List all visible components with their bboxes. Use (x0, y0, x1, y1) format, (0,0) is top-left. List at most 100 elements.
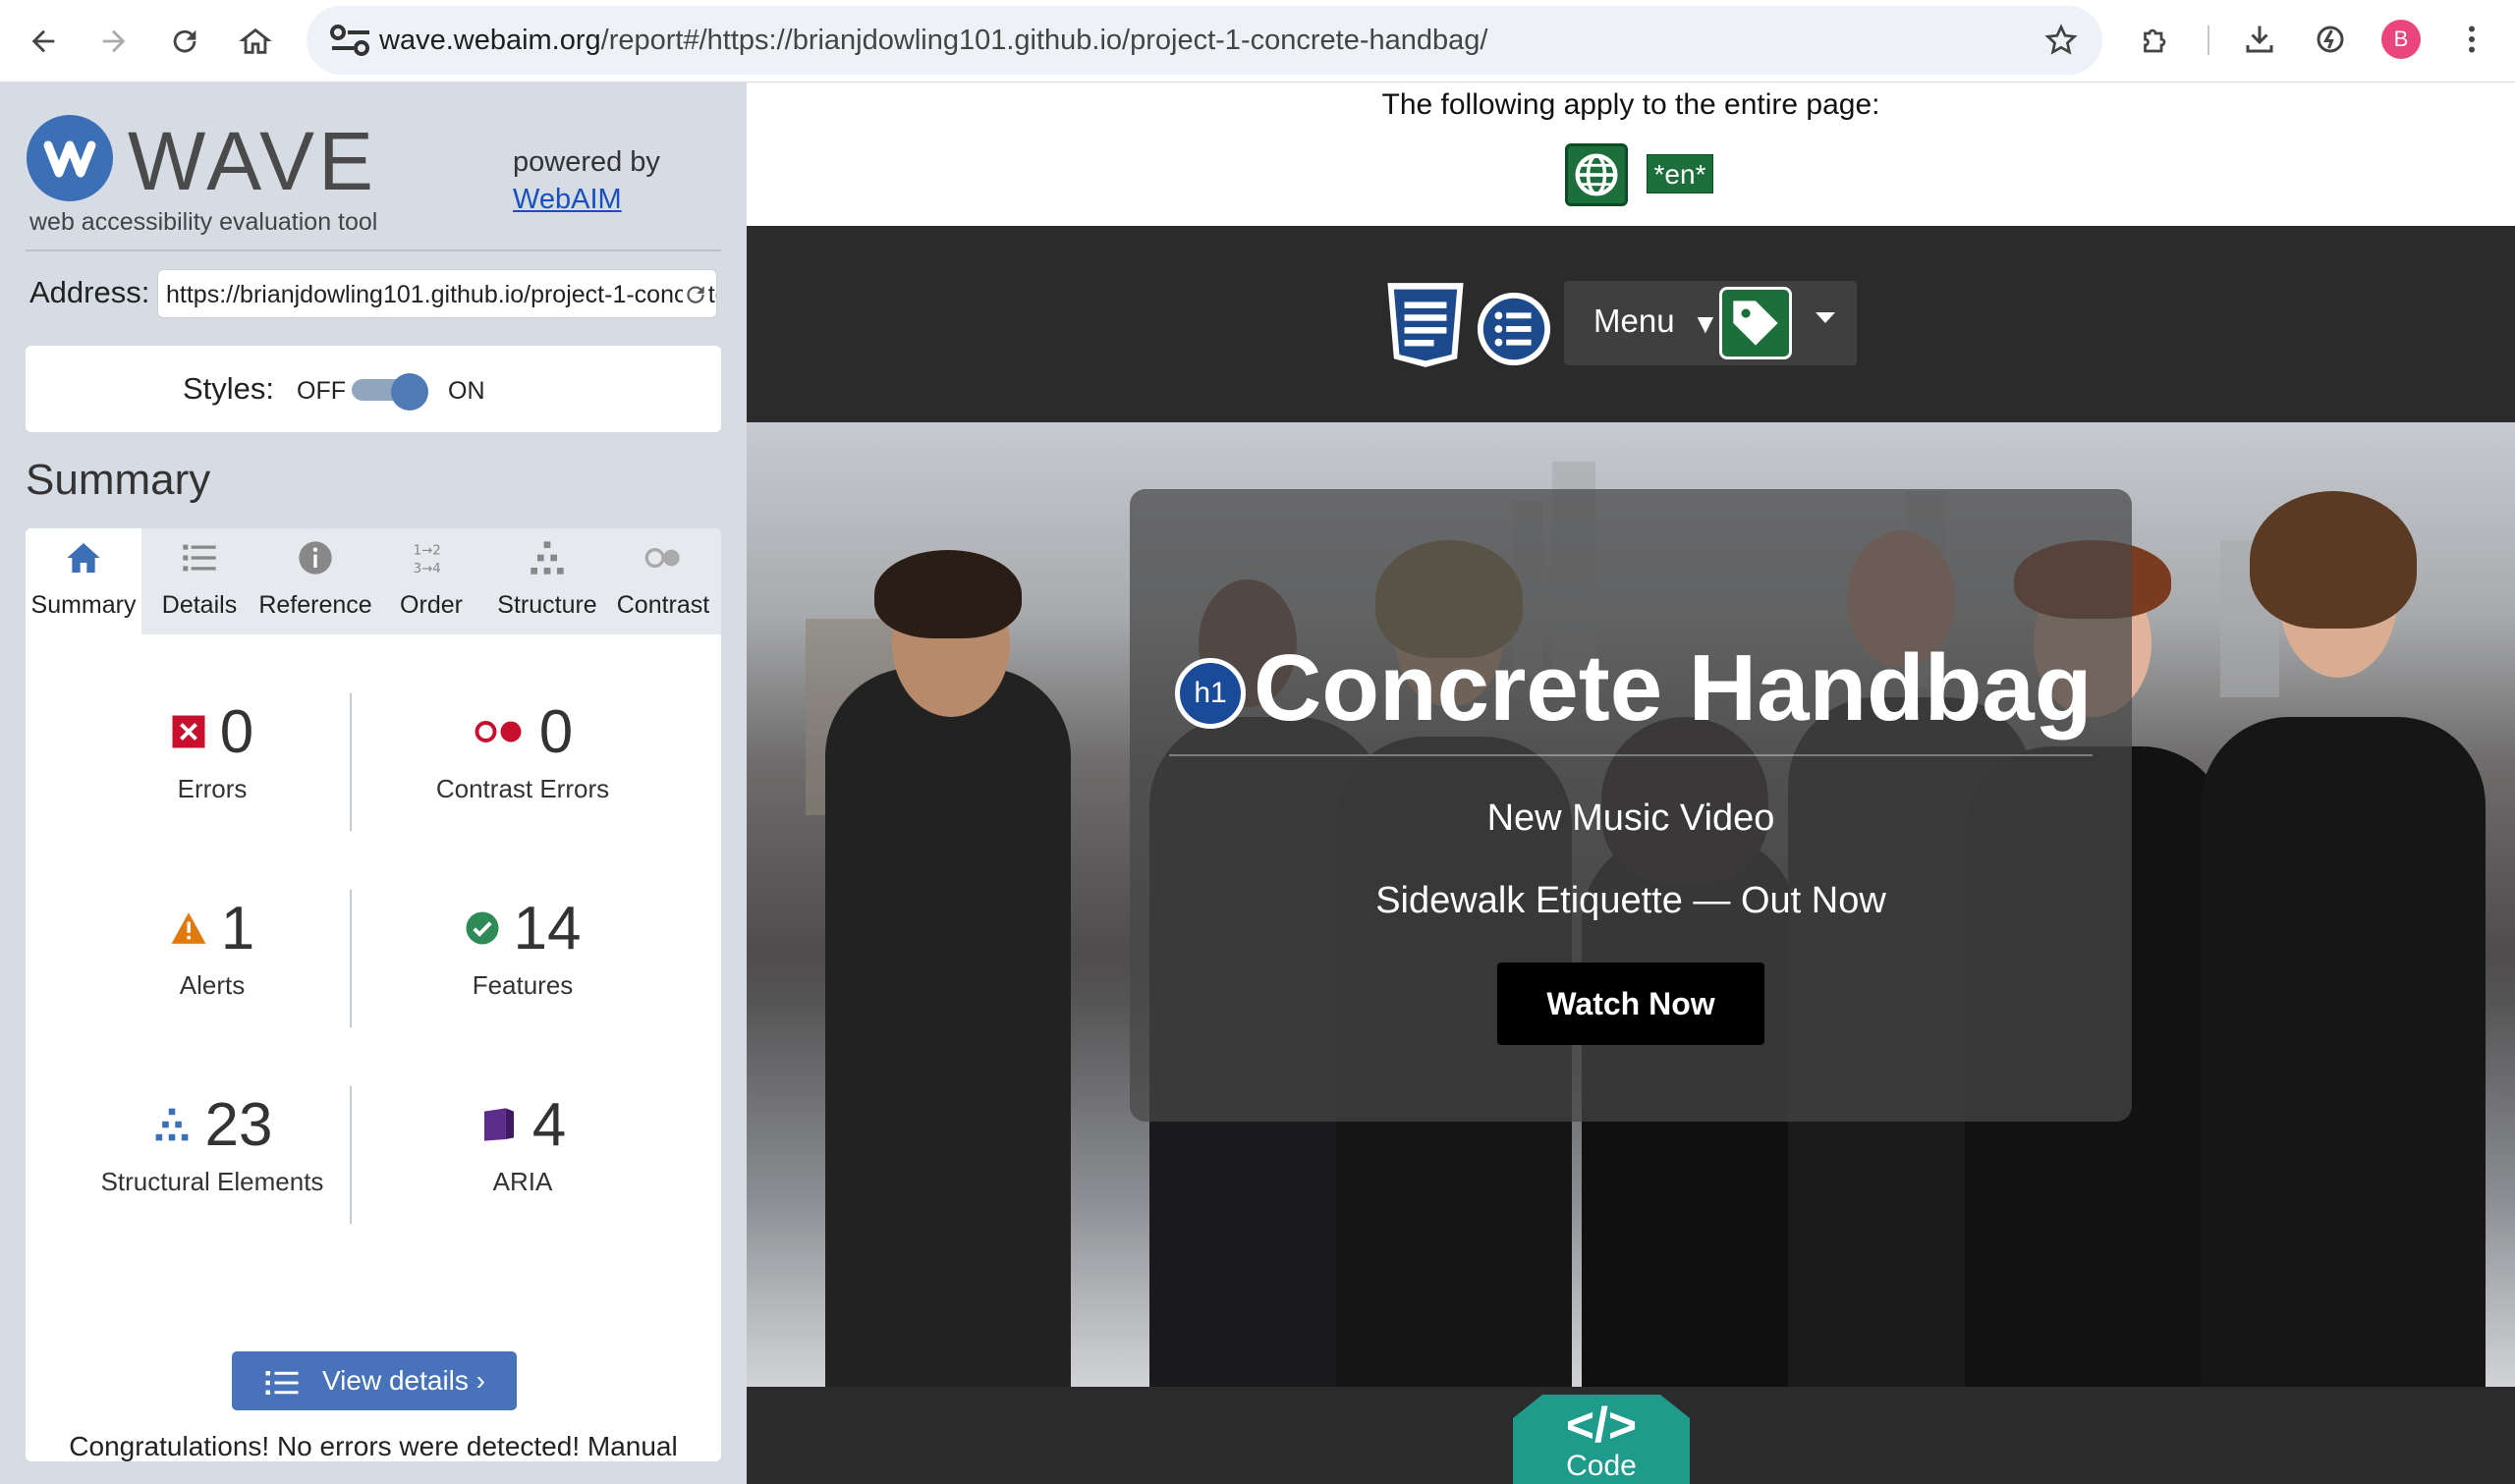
sidebar-divider (26, 249, 721, 251)
stat-structural-elements[interactable]: 23 Structural Elements (55, 1090, 369, 1197)
stat-aria[interactable]: 4 ARIA (365, 1090, 680, 1197)
contrast-icon (644, 548, 680, 568)
structure-icon (155, 1108, 188, 1141)
list-icon (183, 544, 216, 572)
aria-label: ARIA (492, 1167, 553, 1196)
evaluated-page: The following apply to the entire page: … (747, 82, 2515, 1484)
puzzle-icon (2144, 28, 2166, 53)
bookmark-star-icon[interactable] (2043, 23, 2079, 58)
wave-logo-icon (27, 115, 113, 201)
switch-knob (391, 373, 428, 411)
extensions-button[interactable] (2136, 20, 2175, 59)
contrast-errors-count: 0 (538, 697, 574, 766)
tab-summary[interactable]: Summary (26, 528, 141, 634)
stat-errors[interactable]: 0 Errors (55, 697, 369, 804)
reload-button[interactable] (157, 14, 212, 69)
webaim-link[interactable]: WebAIM (513, 181, 660, 218)
tab-order[interactable]: 1→2 3→4 Order (373, 528, 489, 634)
dropdown-caret-icon (1816, 312, 1835, 323)
url-text: wave.webaim.org/report#/https://brianjdo… (379, 6, 1487, 75)
hero-text-overlay: h1 Concrete Handbag New Music Video Side… (1130, 489, 2132, 1122)
styles-on-label: ON (448, 377, 485, 405)
watch-now-button[interactable]: Watch Now (1497, 962, 1764, 1045)
errors-count: 0 (219, 697, 254, 766)
browser-toolbar: wave.webaim.org/report#/https://brianjdo… (0, 0, 2515, 82)
stat-divider (350, 890, 352, 1027)
styles-switch[interactable] (352, 373, 430, 411)
reload-icon (173, 29, 196, 53)
tab-reference[interactable]: Reference (257, 528, 373, 634)
stat-contrast-errors[interactable]: 0 Contrast Errors (365, 697, 680, 804)
summary-panel: Summary Details Reference 1→2 3→4 Order S… (26, 528, 721, 1461)
view-details-label: View details › (321, 1365, 485, 1396)
page-wide-notice: The following apply to the entire page: … (747, 82, 2515, 226)
home-icon (67, 543, 100, 573)
hero-subtitle: New Music Video (1486, 797, 1775, 839)
home-icon (239, 27, 272, 54)
stat-alerts[interactable]: 1 Alerts (55, 894, 369, 1001)
wave-logo-title: WAVE (128, 115, 378, 207)
alert-icon (171, 912, 206, 944)
tab-contrast[interactable]: Contrast (605, 528, 721, 634)
structural-count: 23 (204, 1090, 273, 1159)
list-icon (265, 1370, 299, 1395)
tab-label: Summary (30, 591, 137, 619)
site-navbar: Menu ▼ (747, 226, 2515, 422)
order-icon: 1→23→4 (414, 544, 441, 577)
download-icon (2246, 26, 2273, 53)
tab-label: Details (161, 591, 238, 619)
tab-label: Contrast (616, 591, 710, 619)
speed-icon (2317, 26, 2344, 53)
code-panel-toggle[interactable]: </> Code (1513, 1395, 1690, 1484)
powered-by-text: powered by (513, 146, 660, 178)
tab-details[interactable]: Details (141, 528, 257, 634)
errors-label: Errors (177, 774, 248, 803)
menu-button[interactable]: Menu ▼ (1564, 281, 1857, 365)
svg-text:1→2: 1→2 (414, 544, 441, 559)
code-icon: </> (1565, 1398, 1638, 1453)
congratulations-message: Congratulations! No errors were detected… (69, 1431, 678, 1461)
info-icon (299, 541, 332, 575)
globe-icon (1575, 153, 1618, 196)
aria-tag-icon[interactable] (1719, 287, 1792, 359)
hero-section: h1 Concrete Handbag New Music Video Side… (747, 422, 2515, 1387)
structure-icon (531, 541, 564, 575)
structural-label: Structural Elements (100, 1167, 324, 1196)
address-input[interactable]: https://brianjdowling101.github.io/proje… (157, 269, 717, 318)
hero-release-text: Sidewalk Etiquette — Out Now (1375, 880, 1886, 921)
stat-divider (350, 693, 352, 831)
code-tab-label: Code (1566, 1450, 1637, 1482)
more-vertical-icon (2469, 26, 2475, 53)
features-label: Features (472, 970, 574, 1000)
address-bar[interactable]: wave.webaim.org/report#/https://brianjdo… (307, 6, 2102, 75)
url-host: wave.webaim.org (379, 25, 601, 56)
browser-menu-button[interactable] (2452, 20, 2491, 59)
features-count: 14 (513, 894, 582, 962)
h1-heading-badge[interactable]: h1 (1175, 658, 1246, 729)
language-globe-icon[interactable] (1565, 143, 1628, 206)
hero-title: Concrete Handbag (1254, 635, 2093, 741)
home-button[interactable] (228, 14, 283, 69)
language-tag[interactable]: *en* (1647, 154, 1713, 193)
performance-button[interactable] (2311, 20, 2350, 59)
summary-heading: Summary (26, 456, 211, 504)
view-details-button[interactable]: View details › (232, 1351, 517, 1410)
profile-avatar[interactable]: B (2381, 20, 2421, 59)
alerts-label: Alerts (179, 970, 246, 1000)
back-button[interactable] (16, 14, 71, 69)
tag-icon (1733, 301, 1778, 346)
tab-label: Reference (258, 591, 372, 619)
downloads-button[interactable] (2240, 20, 2279, 59)
aria-count: 4 (531, 1090, 567, 1159)
page-notice-text: The following apply to the entire page: (1381, 88, 1880, 121)
hero-divider (1169, 754, 2093, 756)
menu-triangle-icon: ▼ (1692, 308, 1719, 339)
tab-structure[interactable]: Structure (489, 528, 605, 634)
css-style-icon[interactable] (1383, 281, 1468, 369)
list-structure-icon[interactable] (1476, 291, 1552, 367)
stat-features[interactable]: 14 Features (365, 894, 680, 1001)
forward-button[interactable] (86, 14, 141, 69)
refresh-icon[interactable] (683, 282, 708, 307)
aria-cube-icon (483, 1108, 514, 1141)
band-member-hair (2250, 491, 2417, 629)
